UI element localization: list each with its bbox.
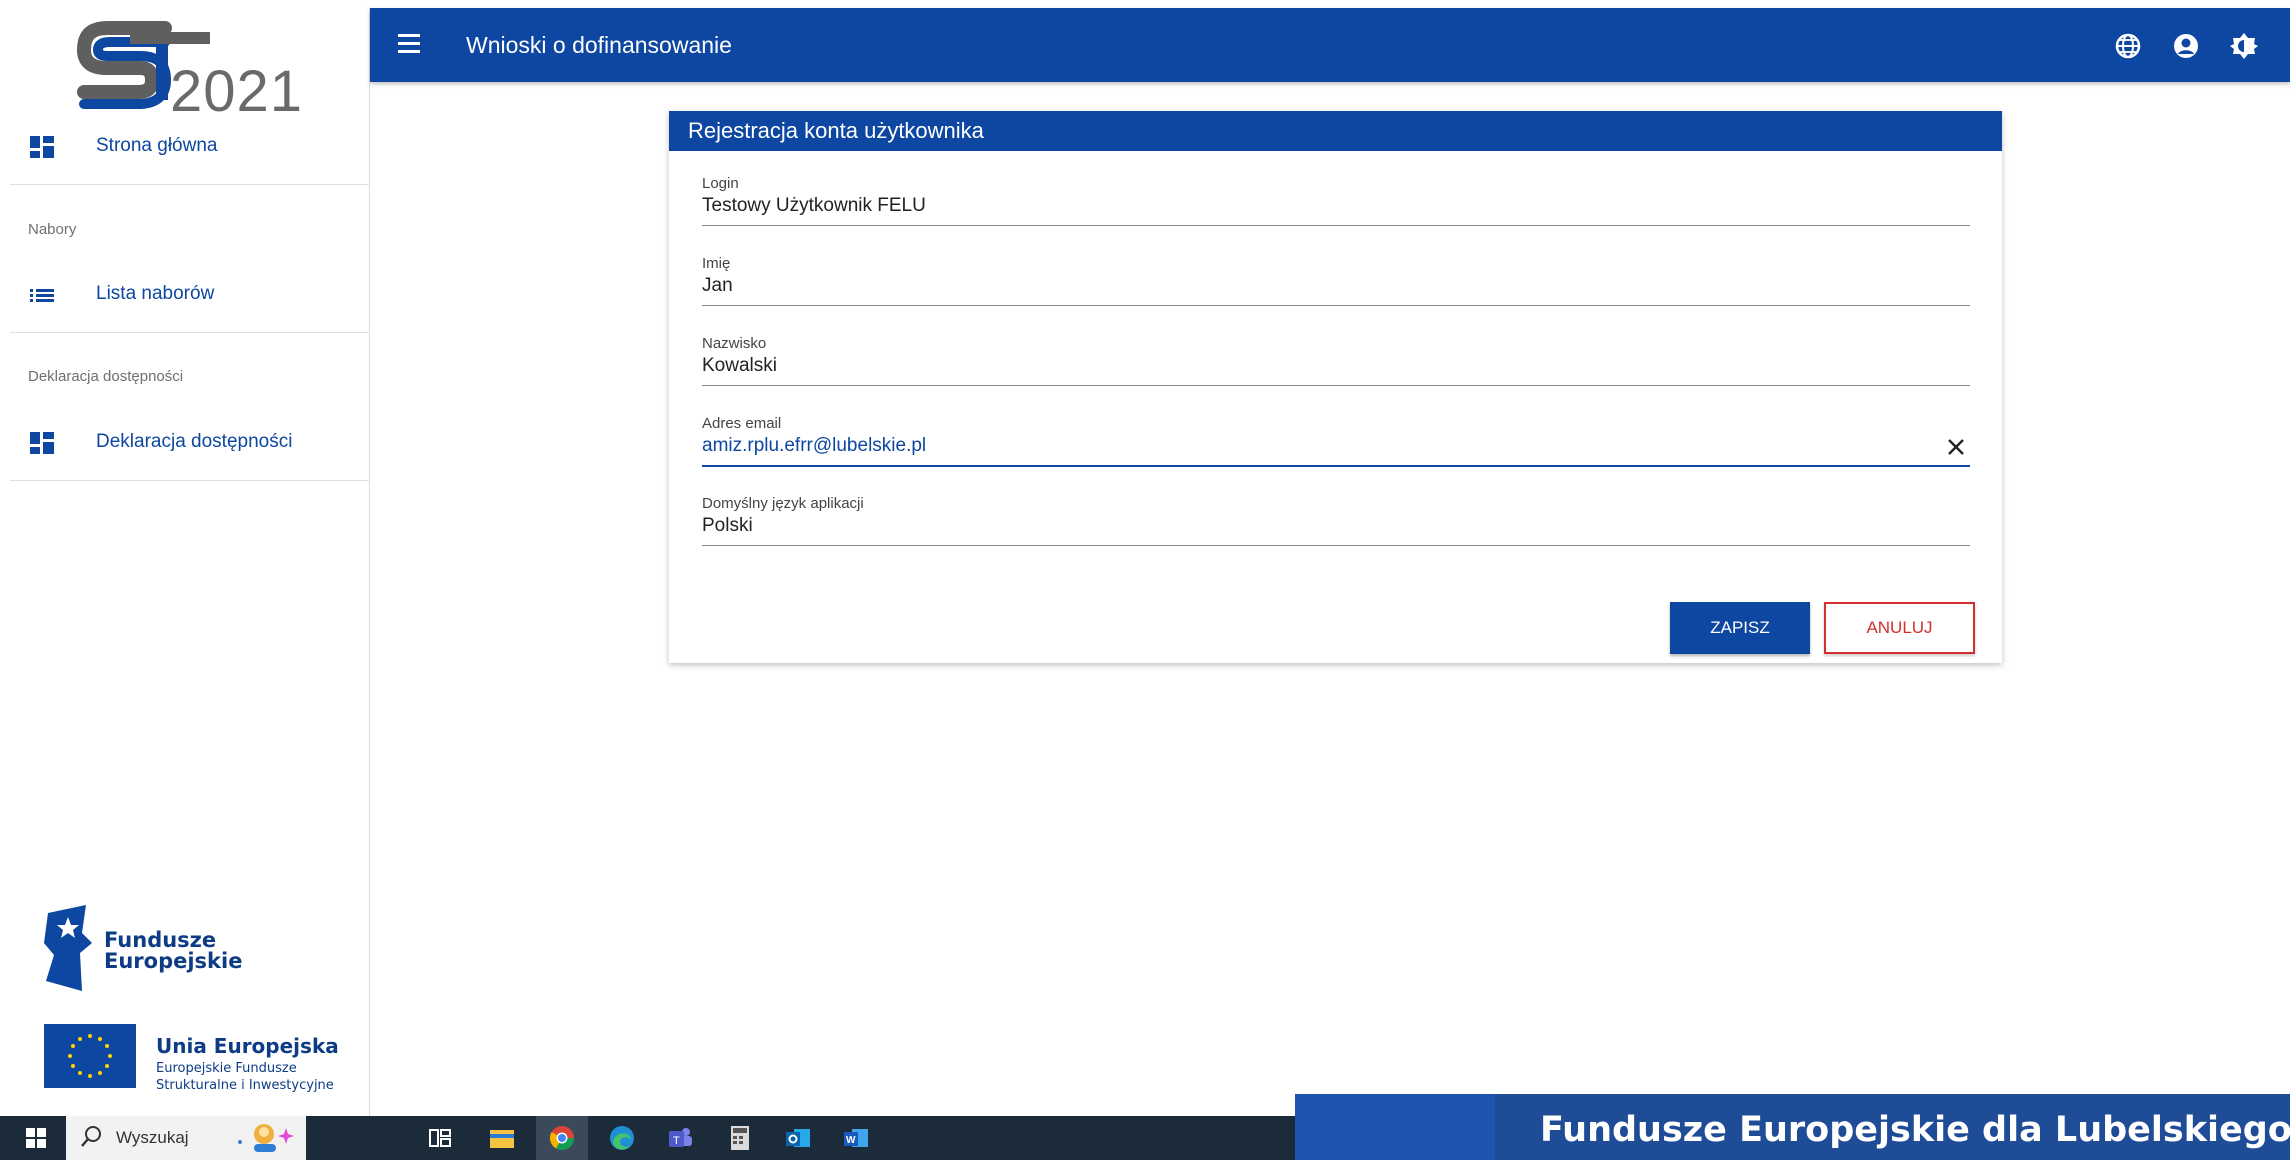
section-title-calls: Nabory: [28, 221, 77, 238]
field-label: Login: [702, 175, 739, 192]
lastname-input[interactable]: [702, 355, 1922, 377]
eu-subtitle-line: Europejskie Fundusze: [156, 1061, 297, 1076]
search-highlight-icon: [238, 1124, 294, 1152]
email-input[interactable]: [702, 435, 1922, 457]
email-field[interactable]: Adres email: [702, 415, 1970, 475]
menu-icon[interactable]: [398, 34, 424, 56]
field-label: Nazwisko: [702, 335, 767, 352]
field-label: Domyślny język aplikacji: [702, 495, 864, 512]
chrome-icon[interactable]: [548, 1124, 576, 1152]
fe-logo-text: Fundusze Europejskie: [104, 930, 242, 972]
language-field[interactable]: Domyślny język aplikacji: [702, 495, 1970, 555]
windows-start-icon[interactable]: [26, 1128, 46, 1148]
outlook-icon[interactable]: [784, 1124, 812, 1152]
logo-year-text: 2021: [170, 59, 304, 124]
eu-subtitle: Europejskie Fundusze Strukturalne i Inwe…: [156, 1060, 334, 1094]
login-input[interactable]: [702, 195, 1922, 217]
teams-icon[interactable]: T: [666, 1124, 694, 1152]
lastname-field[interactable]: Nazwisko: [702, 335, 1970, 395]
eu-subtitle-line: Strukturalne i Inwestycyjne: [156, 1078, 334, 1093]
sidebar-item-home[interactable]: Strona główna: [10, 116, 370, 176]
sidebar-item-label: Deklaracja dostępności: [96, 431, 293, 452]
calculator-icon[interactable]: [726, 1124, 754, 1152]
sidebar-item-label: Lista naborów: [96, 283, 215, 304]
sidebar-divider: [10, 480, 370, 481]
svg-text:T: T: [673, 1135, 680, 1147]
edge-icon[interactable]: [608, 1124, 636, 1152]
field-underline: [702, 225, 1970, 226]
fe-star-icon: [44, 905, 92, 991]
os-taskbar: Wyszukaj T W: [0, 1116, 1295, 1160]
svg-text:W: W: [846, 1135, 856, 1146]
app-root: 2021 Strona główna Nabory Lista naborów: [0, 0, 2290, 1160]
language-input[interactable]: [702, 515, 1922, 537]
sidebar: 2021 Strona główna Nabory Lista naborów: [10, 8, 370, 1116]
login-field[interactable]: Login: [702, 175, 1970, 235]
sidebar-divider: [10, 184, 370, 185]
firstname-field[interactable]: Imię: [702, 255, 1970, 315]
sidebar-divider: [10, 332, 370, 333]
task-view-icon[interactable]: [426, 1124, 454, 1152]
globe-icon[interactable]: [2114, 32, 2142, 60]
registration-card: Rejestracja konta użytkownika Login Imię…: [669, 111, 2002, 663]
card-title: Rejestracja konta użytkownika: [669, 111, 2002, 151]
banner-strip: [1295, 1094, 1495, 1160]
section-title-accessibility: Deklaracja dostępności: [28, 368, 184, 385]
save-button[interactable]: ZAPISZ: [1670, 602, 1810, 654]
banner-text: Fundusze Europejskie dla Lubelskiego 202…: [1540, 1110, 2290, 1150]
field-underline: [702, 305, 1970, 306]
sidebar-item-accessibility[interactable]: Deklaracja dostępności: [10, 412, 370, 472]
fe-logo-line: Fundusze: [104, 928, 217, 952]
fe-logo-line: Europejskie: [104, 949, 243, 973]
field-label: Adres email: [702, 415, 782, 432]
top-app-bar: Wnioski o dofinansowanie: [370, 8, 2290, 82]
dashboard-icon: [30, 136, 54, 158]
firstname-input[interactable]: [702, 275, 1922, 297]
sidebar-item-label: Strona główna: [96, 135, 218, 156]
field-underline: [702, 545, 1970, 546]
eu-stars-icon: [68, 1034, 112, 1078]
word-icon[interactable]: W: [842, 1124, 870, 1152]
account-icon[interactable]: [2172, 32, 2200, 60]
list-icon: [30, 289, 54, 302]
page-title: Wnioski o dofinansowanie: [466, 32, 732, 58]
close-icon[interactable]: [1946, 437, 1966, 457]
field-label: Imię: [702, 255, 731, 272]
footer-banner: Fundusze Europejskie dla Lubelskiego 202…: [1295, 1094, 2290, 1160]
taskbar-search[interactable]: Wyszukaj: [66, 1116, 306, 1160]
search-icon: [81, 1126, 101, 1147]
eu-flag: [44, 1024, 136, 1088]
brightness-icon[interactable]: [2230, 32, 2258, 60]
field-underline: [702, 465, 1970, 467]
field-underline: [702, 385, 1970, 386]
file-explorer-icon[interactable]: [488, 1124, 516, 1152]
cst2021-logo: 2021: [70, 16, 310, 124]
cancel-button[interactable]: ANULUJ: [1824, 602, 1975, 654]
dashboard-icon: [30, 432, 54, 454]
sidebar-item-calls-list[interactable]: Lista naborów: [10, 264, 370, 324]
eu-title: Unia Europejska: [156, 1034, 339, 1058]
search-placeholder: Wyszukaj: [116, 1128, 189, 1147]
